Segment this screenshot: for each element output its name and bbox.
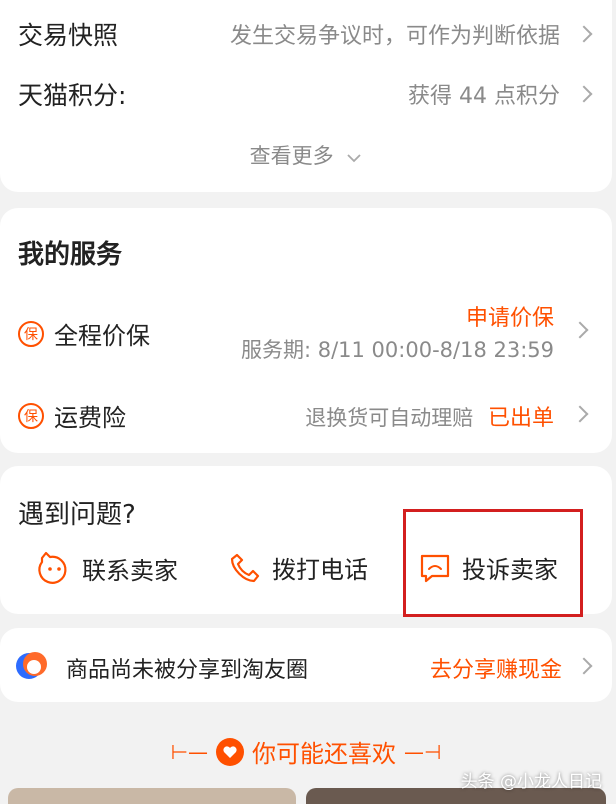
see-more-label: 查看更多: [249, 144, 334, 168]
points-row[interactable]: 天猫积分: 获得 44 点积分: [18, 74, 594, 114]
snapshot-row[interactable]: 交易快照 发生交易争议时，可作为判断依据: [18, 14, 594, 54]
contact-seller-label: 联系卖家: [82, 556, 178, 585]
service-period: 服务期: 8/11 00:00-8/18 23:59: [240, 338, 554, 362]
service-item-shipping-insurance[interactable]: 保 运费险 退换货可自动理赔 已出单: [18, 394, 594, 434]
taoyou-logo-icon: [16, 652, 47, 679]
heart-icon: [216, 737, 244, 766]
services-title: 我的服务: [18, 240, 123, 270]
see-more-button[interactable]: 查看更多: [0, 140, 612, 170]
chevron-right-icon: [575, 657, 593, 675]
service-label: 运费险: [54, 404, 126, 432]
watermark: 头条 @小龙人日记: [460, 772, 602, 792]
points-value: 获得 44 点积分: [408, 84, 560, 109]
service-item-price-protect[interactable]: 保 全程价保 申请价保 服务期: 8/11 00:00-8/18 23:59: [18, 294, 594, 364]
call-phone-label: 拨打电话: [272, 556, 368, 584]
order-info-card: 交易快照 发生交易争议时，可作为判断依据 天猫积分: 获得 44 点积分 查看更…: [0, 0, 612, 192]
call-phone-button[interactable]: 拨打电话: [228, 550, 368, 585]
shield-icon: 保: [18, 320, 44, 347]
contact-seller-button[interactable]: 联系卖家: [36, 550, 178, 586]
product-thumbnail[interactable]: [8, 788, 296, 804]
snapshot-value: 发生交易争议时，可作为判断依据: [229, 24, 560, 49]
smile-chat-icon: [38, 551, 67, 584]
phone-icon: [230, 553, 260, 582]
shield-icon: 保: [18, 402, 44, 429]
points-label: 天猫积分:: [18, 81, 127, 110]
chevron-right-icon: [575, 85, 593, 103]
share-earn-cash-link[interactable]: 去分享赚现金: [430, 652, 562, 684]
share-card[interactable]: 商品尚未被分享到淘友圈 去分享赚现金: [0, 628, 612, 702]
snapshot-label: 交易快照: [18, 21, 119, 50]
chevron-right-icon: [575, 25, 593, 43]
right-divider: —⊣: [404, 739, 442, 764]
chevron-right-icon: [571, 405, 589, 423]
my-services-card: 我的服务 保 全程价保 申请价保 服务期: 8/11 00:00-8/18 23…: [0, 208, 612, 453]
share-status-text: 商品尚未被分享到淘友圈: [66, 658, 309, 683]
left-divider: ⊢—: [170, 739, 208, 764]
apply-price-protect-link[interactable]: 申请价保: [466, 300, 554, 332]
service-label: 全程价保: [54, 322, 150, 350]
highlight-box: [403, 509, 583, 617]
chevron-down-icon: [347, 154, 361, 163]
shipping-detail: 退换货可自动理赔: [305, 406, 474, 430]
recommend-header: ⊢— 你可能还喜欢 —⊣: [0, 734, 612, 769]
recommend-title: 你可能还喜欢: [252, 740, 396, 768]
problems-title: 遇到问题?: [18, 500, 136, 530]
shipping-status: 已出单: [487, 406, 554, 431]
chevron-right-icon: [571, 321, 589, 339]
